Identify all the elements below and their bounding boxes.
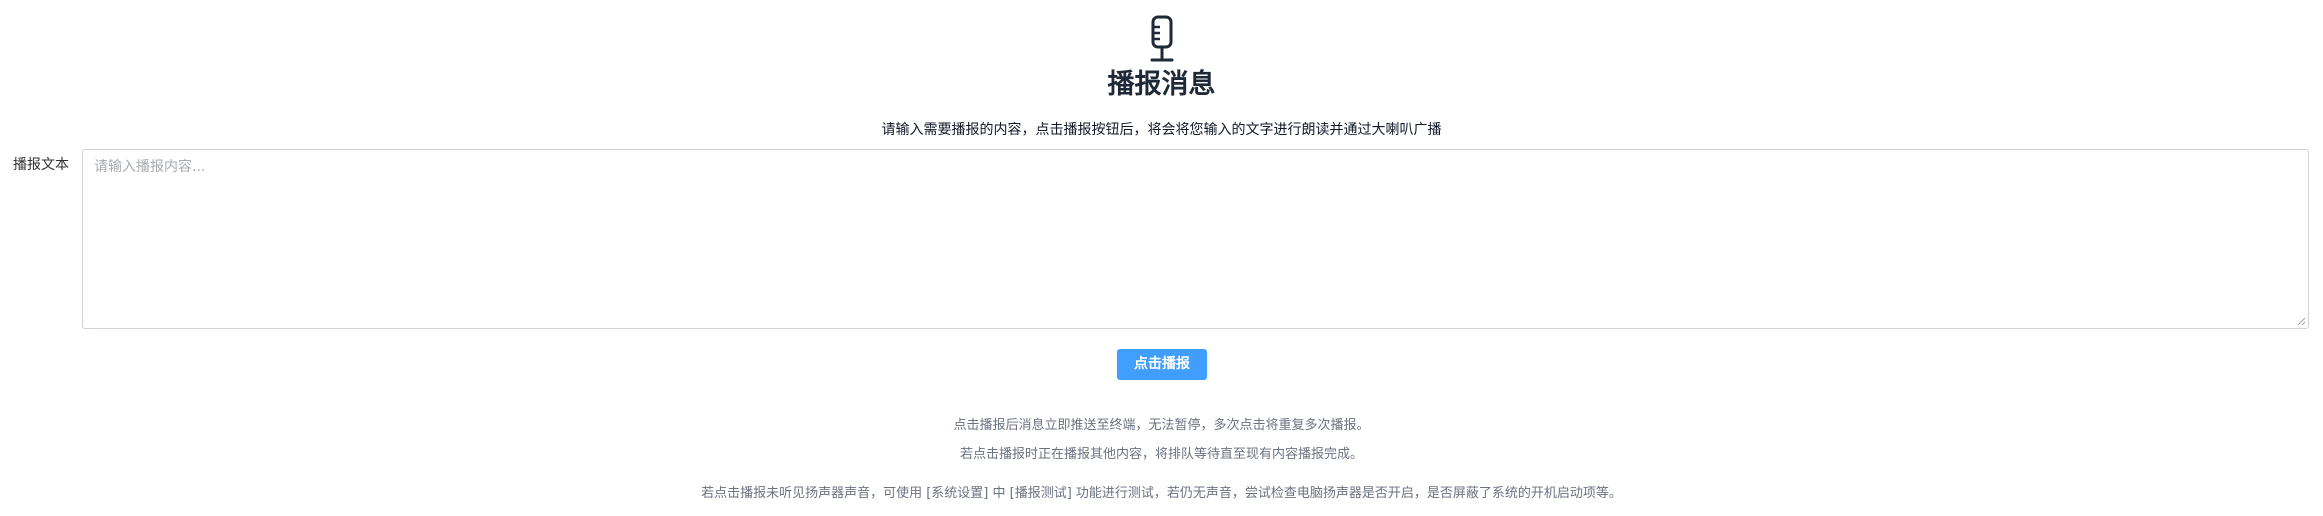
page-description: 请输入需要播报的内容，点击播报按钮后，将会将您输入的文字进行朗读并通过大喇叭广播: [881, 122, 1442, 138]
microphone-icon: [1150, 15, 1174, 62]
broadcast-text-label: 播报文本: [13, 157, 69, 173]
note-queue: 若点击播报时正在播报其他内容，将排队等待直至现有内容播报完成。: [959, 447, 1363, 462]
page-title: 播报消息: [1107, 69, 1216, 100]
note-immediate-push: 点击播报后消息立即推送至终端，无法暂停，多次点击将重复多次播报。: [953, 418, 1370, 433]
resize-handle-icon[interactable]: [2297, 317, 2306, 326]
broadcast-button[interactable]: 点击播报: [1117, 349, 1207, 380]
broadcast-page: 播报消息 请输入需要播报的内容，点击播报按钮后，将会将您输入的文字进行朗读并通过…: [0, 0, 2323, 516]
note-troubleshooting: 若点击播报未听见扬声器声音，可使用 [系统设置] 中 [播报测试] 功能进行测试…: [701, 486, 1622, 501]
broadcast-text-input[interactable]: 请输入播报内容...: [82, 149, 2309, 329]
broadcast-text-placeholder: 请输入播报内容...: [94, 159, 206, 175]
